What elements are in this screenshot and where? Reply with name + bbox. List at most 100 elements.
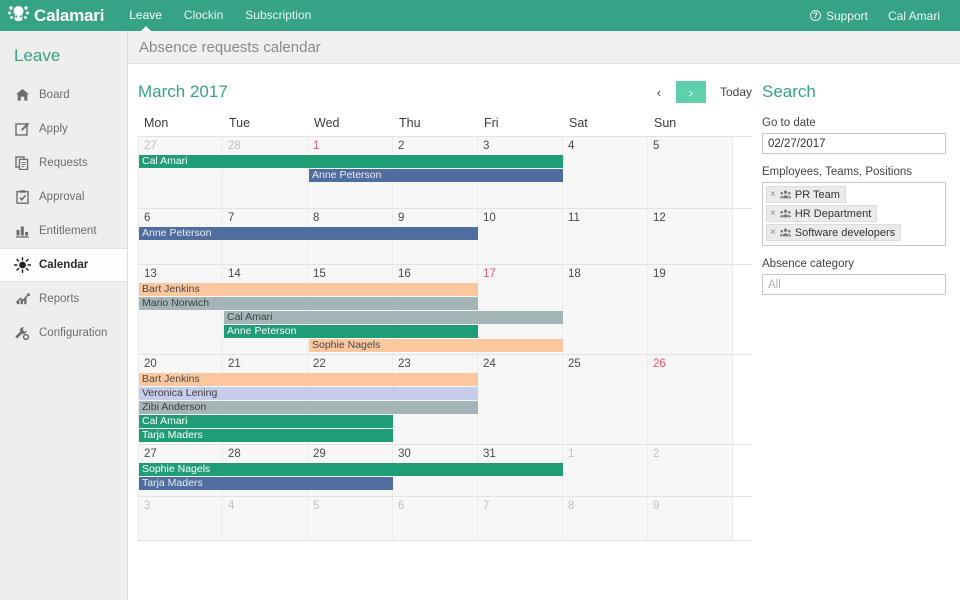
nav-tab-subscription[interactable]: Subscription <box>234 0 322 31</box>
calendar-event-bar[interactable]: Cal Amari <box>139 415 393 428</box>
sidebar-item-requests-label: Requests <box>39 157 88 169</box>
tag-label: HR Department <box>794 207 872 220</box>
nav-tab-clockin-label: Clockin <box>183 8 224 22</box>
page-header: Absence requests calendar <box>128 31 960 64</box>
calendar-day-cell[interactable]: 5 <box>308 497 393 540</box>
employees-teams-positions-label: Employees, Teams, Positions <box>762 166 912 178</box>
calendar-event-bar[interactable]: Zibi Anderson <box>139 401 478 414</box>
goto-date-label: Go to date <box>762 117 816 129</box>
calendar-event-bar[interactable]: Cal Amari <box>224 311 563 324</box>
sun-icon <box>12 257 32 273</box>
content-area: March 2017 ‹ › Today Mon Tue Wed Thu Fri Sat S… <box>128 64 960 600</box>
sidebar-item-approval[interactable]: Approval <box>0 180 127 214</box>
calendar-event-bar[interactable]: Anne Peterson <box>139 227 478 240</box>
calendar-event-bar[interactable]: Cal Amari <box>139 155 563 168</box>
calendar-event-row: Tarja Maders <box>139 429 752 443</box>
search-panel: Search Go to date Employees, Teams, Posi… <box>752 82 952 600</box>
page-layout: Leave Board Apply Requests Approval Enti… <box>0 31 960 600</box>
next-month-button[interactable]: › <box>675 81 706 103</box>
calendar-event-bar[interactable]: Veronica Lening <box>139 387 478 400</box>
calendar-event-bar[interactable]: Anne Peterson <box>309 169 563 182</box>
sidebar-item-apply[interactable]: Apply <box>0 112 127 146</box>
calendar-nav-group: ‹ › Today <box>650 81 752 103</box>
calendar-week-row: 3456789 <box>138 497 752 541</box>
calendar-event-bar[interactable]: Mario Norwich <box>139 297 478 310</box>
employee-filter-tag[interactable]: × HR Department <box>766 205 878 222</box>
calendar-day-cell[interactable]: 9 <box>648 497 733 540</box>
nav-tab-leave-label: Leave <box>129 8 162 22</box>
search-title: Search <box>762 82 816 101</box>
sidebar-item-reports[interactable]: Reports <box>0 282 127 316</box>
support-label: Support <box>825 8 868 23</box>
sidebar-item-board-label: Board <box>39 89 70 101</box>
bar-chart-icon <box>12 224 32 238</box>
user-menu[interactable]: Cal Amari <box>878 9 950 23</box>
calendar-event-row: Anne Peterson <box>139 325 752 339</box>
today-button[interactable]: Today <box>720 85 752 99</box>
squid-logo-icon <box>8 4 29 28</box>
calendar-event-row: Sophie Nagels <box>139 463 752 477</box>
calendar-week-row: 6 7 8 9 10 11 12 Anne Peterson <box>138 209 752 265</box>
calendar-toolbar: March 2017 ‹ › Today <box>138 81 752 116</box>
home-icon <box>12 88 32 102</box>
calendar-event-bar[interactable]: Tarja Maders <box>139 429 393 442</box>
calendar-week-row: 27 28 29 30 31 1 2 Sophie Nagels Tarja Maders <box>138 445 752 497</box>
sidebar-item-configuration-label: Configuration <box>39 327 108 339</box>
calendar-weeks: 27 28 1 2 3 4 5 Cal Amari Anne Peterson 6 7 8 9 10 11 1… <box>138 137 752 541</box>
calendar-event-layer: Anne Peterson <box>139 227 752 241</box>
clipboard-check-icon <box>12 190 32 204</box>
remove-tag-icon[interactable]: × <box>770 208 776 219</box>
calendar-event-bar[interactable]: Sophie Nagels <box>309 339 563 352</box>
remove-tag-icon[interactable]: × <box>770 227 776 238</box>
calendar-event-bar[interactable]: Tarja Maders <box>139 477 393 490</box>
calendar-event-row: Tarja Maders <box>139 477 752 491</box>
employee-filter-tag[interactable]: × PR Team <box>766 186 846 203</box>
sidebar-item-approval-label: Approval <box>39 191 85 203</box>
sidebar-item-requests[interactable]: Requests <box>0 146 127 180</box>
top-navigation-bar: Calamari Leave Clockin Subscription ? Su… <box>0 0 960 32</box>
nav-tab-clockin[interactable]: Clockin <box>173 0 234 31</box>
sidebar-item-entitlement[interactable]: Entitlement <box>0 214 127 248</box>
remove-tag-icon[interactable]: × <box>770 189 776 200</box>
employees-tag-box[interactable]: × PR Team × HR Department × Software develope… <box>762 182 946 246</box>
calendar-event-layer: Cal Amari Anne Peterson <box>139 155 752 183</box>
calendar-week-row: 20 21 22 23 24 25 26 Bart Jenkins Veronica Lenin… <box>138 355 752 445</box>
day-of-week-thu: Thu <box>399 116 421 130</box>
calendar-event-layer: Bart Jenkins Mario Norwich Cal Amari Anne P… <box>139 283 752 353</box>
calendar-week-row: 27 28 1 2 3 4 5 Cal Amari Anne Peterson <box>138 137 752 209</box>
sidebar-item-reports-label: Reports <box>39 293 80 305</box>
calendar-event-row: Sophie Nagels <box>139 339 752 353</box>
calendar-event-bar[interactable]: Bart Jenkins <box>139 373 478 386</box>
calendar-event-bar[interactable]: Anne Peterson <box>224 325 478 338</box>
sidebar-item-configuration[interactable]: Configuration <box>0 316 127 350</box>
day-of-week-header-row: Mon Tue Wed Thu Fri Sat Sun <box>138 116 752 137</box>
tag-label: Software developers <box>794 226 896 239</box>
calendar-event-row: Cal Amari <box>139 155 752 169</box>
tag-label: PR Team <box>794 188 840 201</box>
day-of-week-sun: Sun <box>654 116 677 130</box>
calendar-day-cell[interactable]: 8 <box>563 497 648 540</box>
calendar-day-cell[interactable]: 6 <box>393 497 478 540</box>
support-link[interactable]: ? Support <box>800 9 878 23</box>
goto-date-input[interactable] <box>762 133 946 154</box>
calendar-day-cell[interactable]: 3 <box>138 497 223 540</box>
day-of-week-fri: Fri <box>484 116 499 130</box>
calendar-event-row: Anne Peterson <box>139 227 752 241</box>
brand-logo[interactable]: Calamari <box>8 4 104 28</box>
sidebar-item-calendar[interactable]: Calendar <box>0 248 127 282</box>
nav-tab-leave[interactable]: Leave <box>118 0 173 32</box>
calendar-day-cell[interactable]: 7 <box>478 497 563 540</box>
sidebar-item-board[interactable]: Board <box>0 78 127 112</box>
sidebar: Leave Board Apply Requests Approval Enti… <box>0 31 128 600</box>
edit-pencil-icon <box>12 122 32 136</box>
sidebar-item-apply-label: Apply <box>39 123 68 135</box>
calendar-day-cell[interactable]: 4 <box>223 497 308 540</box>
prev-month-button[interactable]: ‹ <box>650 81 668 103</box>
brand-name: Calamari <box>34 5 105 25</box>
absence-category-input[interactable] <box>762 274 946 295</box>
day-of-week-wed: Wed <box>314 116 340 130</box>
calendar-event-bar[interactable]: Bart Jenkins <box>139 283 478 296</box>
calendar-event-row: Cal Amari <box>139 415 752 429</box>
calendar-event-bar[interactable]: Sophie Nagels <box>139 463 563 476</box>
employee-filter-tag[interactable]: × Software developers <box>766 224 902 241</box>
